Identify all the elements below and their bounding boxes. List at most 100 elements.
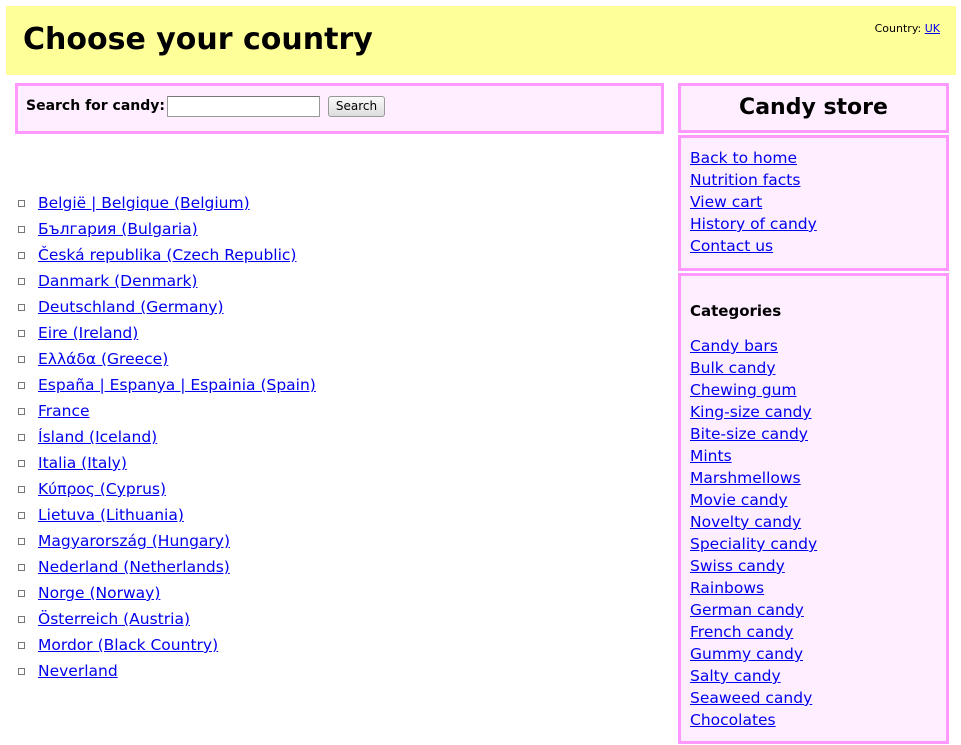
store-title-panel: Candy store: [678, 83, 949, 133]
category-link-novelty-candy[interactable]: Novelty candy: [690, 513, 801, 531]
list-item: Česká republika (Czech Republic): [15, 242, 316, 268]
list-item: Back to home: [690, 147, 817, 169]
country-link[interactable]: Ísland (Iceland): [38, 428, 157, 446]
country-list: België | Belgique (Belgium) България (Bul…: [15, 190, 316, 684]
current-country: Country: UK: [875, 22, 940, 35]
country-link[interactable]: Lietuva (Lithuania): [38, 506, 184, 524]
category-link-king-size-candy[interactable]: King-size candy: [690, 403, 812, 421]
square-bullet-icon: [18, 590, 25, 597]
category-link-bite-size-candy[interactable]: Bite-size candy: [690, 425, 808, 443]
category-link-mints[interactable]: Mints: [690, 447, 732, 465]
list-item: Marshmellows: [690, 467, 817, 489]
category-link-swiss-candy[interactable]: Swiss candy: [690, 557, 785, 575]
list-item: Swiss candy: [690, 555, 817, 577]
country-link[interactable]: Norge (Norway): [38, 584, 160, 602]
square-bullet-icon: [18, 278, 25, 285]
list-item: España | Espanya | Espainia (Spain): [15, 372, 316, 398]
country-link[interactable]: Neverland: [38, 662, 118, 680]
page-header: Choose your country Country: UK: [6, 6, 956, 75]
list-item: French candy: [690, 621, 817, 643]
square-bullet-icon: [18, 486, 25, 493]
list-item: Speciality candy: [690, 533, 817, 555]
country-link[interactable]: Italia (Italy): [38, 454, 127, 472]
list-item: Contact us: [690, 235, 817, 257]
country-link[interactable]: België | Belgique (Belgium): [38, 194, 250, 212]
category-link-seaweed-candy[interactable]: Seaweed candy: [690, 689, 812, 707]
square-bullet-icon: [18, 382, 25, 389]
category-link-chocolates[interactable]: Chocolates: [690, 711, 776, 729]
categories-heading: Categories: [690, 302, 782, 320]
category-link-speciality-candy[interactable]: Speciality candy: [690, 535, 817, 553]
square-bullet-icon: [18, 460, 25, 467]
country-link[interactable]: Österreich (Austria): [38, 610, 190, 628]
list-item: Salty candy: [690, 665, 817, 687]
list-item: Κύπρος (Cyprus): [15, 476, 316, 502]
square-bullet-icon: [18, 408, 25, 415]
category-link-chewing-gum[interactable]: Chewing gum: [690, 381, 797, 399]
country-link[interactable]: Magyarország (Hungary): [38, 532, 230, 550]
list-item: België | Belgique (Belgium): [15, 190, 316, 216]
category-link-salty-candy[interactable]: Salty candy: [690, 667, 781, 685]
list-item: Deutschland (Germany): [15, 294, 316, 320]
page-title: Choose your country: [23, 22, 373, 57]
list-item: Lietuva (Lithuania): [15, 502, 316, 528]
country-link[interactable]: España | Espanya | Espainia (Spain): [38, 376, 316, 394]
square-bullet-icon: [18, 226, 25, 233]
sidebar-nav: Back to home Nutrition facts View cart Hist…: [690, 147, 817, 257]
list-item: Chocolates: [690, 709, 817, 731]
category-link-bulk-candy[interactable]: Bulk candy: [690, 359, 776, 377]
list-item: Norge (Norway): [15, 580, 316, 606]
country-link[interactable]: Nederland (Netherlands): [38, 558, 230, 576]
search-panel: Search for candy: Search: [15, 83, 664, 134]
square-bullet-icon: [18, 434, 25, 441]
list-item: Chewing gum: [690, 379, 817, 401]
square-bullet-icon: [18, 200, 25, 207]
country-link[interactable]: Danmark (Denmark): [38, 272, 197, 290]
list-item: France: [15, 398, 316, 424]
nav-link-history-of-candy[interactable]: History of candy: [690, 215, 817, 233]
square-bullet-icon: [18, 642, 25, 649]
country-link[interactable]: България (Bulgaria): [38, 220, 198, 238]
list-item: Eire (Ireland): [15, 320, 316, 346]
list-item: Ísland (Iceland): [15, 424, 316, 450]
list-item: View cart: [690, 191, 817, 213]
list-item: Bulk candy: [690, 357, 817, 379]
nav-link-view-cart[interactable]: View cart: [690, 193, 762, 211]
list-item: History of candy: [690, 213, 817, 235]
nav-link-contact-us[interactable]: Contact us: [690, 237, 773, 255]
category-link-marshmellows[interactable]: Marshmellows: [690, 469, 801, 487]
list-item: Italia (Italy): [15, 450, 316, 476]
country-link[interactable]: Deutschland (Germany): [38, 298, 224, 316]
square-bullet-icon: [18, 330, 25, 337]
list-item: Ελλάδα (Greece): [15, 346, 316, 372]
country-link[interactable]: UK: [925, 22, 940, 35]
country-label: Country:: [874, 22, 922, 35]
category-link-movie-candy[interactable]: Movie candy: [690, 491, 788, 509]
country-link[interactable]: Eire (Ireland): [38, 324, 138, 342]
list-item: Novelty candy: [690, 511, 817, 533]
sidebar-nav-panel: Back to home Nutrition facts View cart Hist…: [678, 135, 949, 271]
search-label: Search for candy:: [26, 98, 166, 114]
country-link[interactable]: Ελλάδα (Greece): [38, 350, 168, 368]
list-item: Magyarország (Hungary): [15, 528, 316, 554]
category-link-gummy-candy[interactable]: Gummy candy: [690, 645, 803, 663]
category-link-rainbows[interactable]: Rainbows: [690, 579, 764, 597]
country-link[interactable]: Mordor (Black Country): [38, 636, 218, 654]
search-button[interactable]: Search: [328, 96, 385, 117]
nav-link-nutrition-facts[interactable]: Nutrition facts: [690, 171, 800, 189]
country-link[interactable]: France: [38, 402, 90, 420]
square-bullet-icon: [18, 668, 25, 675]
category-link-french-candy[interactable]: French candy: [690, 623, 793, 641]
category-link-candy-bars[interactable]: Candy bars: [690, 337, 778, 355]
square-bullet-icon: [18, 616, 25, 623]
country-link[interactable]: Česká republika (Czech Republic): [38, 246, 296, 264]
list-item: German candy: [690, 599, 817, 621]
list-item: Nederland (Netherlands): [15, 554, 316, 580]
list-item: Mints: [690, 445, 817, 467]
category-link-german-candy[interactable]: German candy: [690, 601, 804, 619]
square-bullet-icon: [18, 252, 25, 259]
search-input[interactable]: [167, 96, 320, 117]
country-link[interactable]: Κύπρος (Cyprus): [38, 480, 166, 498]
nav-link-back-to-home[interactable]: Back to home: [690, 149, 797, 167]
list-item: Gummy candy: [690, 643, 817, 665]
